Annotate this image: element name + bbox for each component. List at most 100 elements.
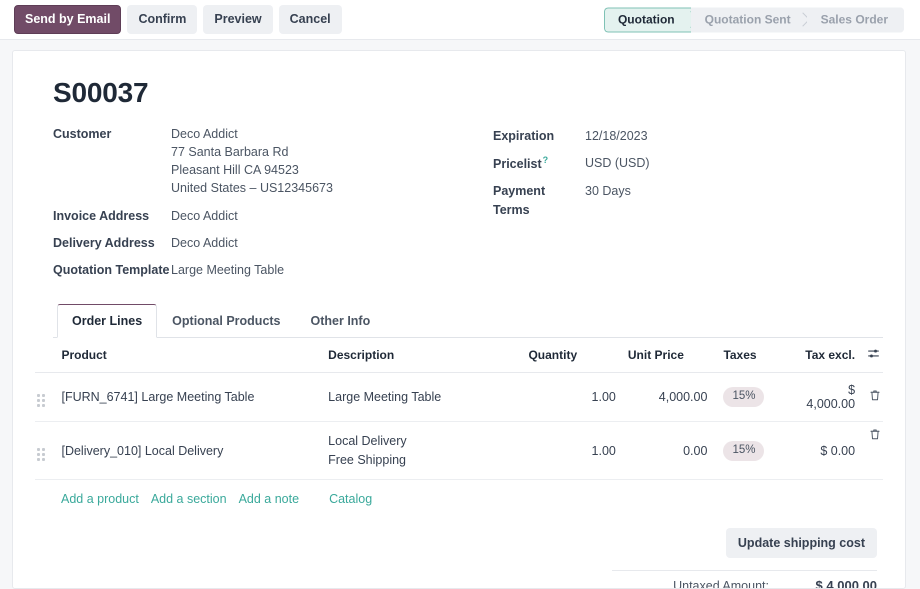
customer-street: 77 Santa Barbara Rd <box>171 143 333 161</box>
field-delivery-address-label: Delivery Address <box>53 234 171 252</box>
field-delivery-address-value[interactable]: Deco Addict <box>171 234 238 252</box>
update-shipping-cost-button[interactable]: Update shipping cost <box>726 528 877 558</box>
field-payment-terms: Payment Terms 30 Days <box>493 182 883 218</box>
drag-handle-icon[interactable] <box>37 394 45 407</box>
field-invoice-address: Invoice Address Deco Addict <box>53 207 493 225</box>
record-sheet: S00037 Customer Deco Addict 77 Santa Bar… <box>12 50 906 589</box>
status-step-quotation-sent[interactable]: Quotation Sent <box>691 7 807 32</box>
field-expiration: Expiration 12/18/2023 <box>493 127 883 145</box>
field-group-right: Expiration 12/18/2023 Pricelist? USD (US… <box>493 125 883 288</box>
status-badge: 15% <box>723 387 764 407</box>
order-lines-header: Product Description Quantity Unit Price … <box>35 338 883 373</box>
status-pipeline: Quotation Quotation Sent Sales Order <box>604 7 904 32</box>
cell-tax-excl: $ 4,000.00 <box>799 372 861 421</box>
totals-row-untaxed: Untaxed Amount: $ 4,000.00 <box>612 571 877 589</box>
col-description: Description <box>322 338 522 373</box>
confirm-button[interactable]: Confirm <box>127 5 197 34</box>
description-line: Free Shipping <box>328 451 516 470</box>
cell-product[interactable]: [FURN_6741] Large Meeting Table <box>55 372 322 421</box>
field-delivery-address: Delivery Address Deco Addict <box>53 234 493 252</box>
control-bar: Send by Email Confirm Preview Cancel Quo… <box>0 0 920 40</box>
terms-and-conditions: Find our terms & conditions online at ht… <box>53 528 612 589</box>
col-unit-price: Unit Price <box>622 338 714 373</box>
customer-country: United States – US12345673 <box>171 179 333 197</box>
col-settings <box>861 338 883 373</box>
table-row[interactable]: [Delivery_010] Local Delivery Local Deli… <box>35 421 883 480</box>
field-pricelist-label: Pricelist? <box>493 154 585 173</box>
field-payment-terms-value[interactable]: 30 Days <box>585 182 631 218</box>
table-header-row: Product Description Quantity Unit Price … <box>35 338 883 373</box>
drag-handle-icon[interactable] <box>37 448 45 461</box>
field-customer-label: Customer <box>53 125 171 198</box>
add-a-product-link[interactable]: Add a product <box>61 492 139 506</box>
description-line: Large Meeting Table <box>328 388 516 407</box>
sheet-background: S00037 Customer Deco Addict 77 Santa Bar… <box>0 40 920 589</box>
catalog-link[interactable]: Catalog <box>329 492 372 506</box>
cell-delete <box>861 421 883 480</box>
cell-product[interactable]: [Delivery_010] Local Delivery <box>55 421 322 480</box>
trash-icon[interactable] <box>869 389 881 405</box>
page-title: S00037 <box>53 77 883 109</box>
footer-area: Find our terms & conditions online at ht… <box>35 528 883 589</box>
customer-name: Deco Addict <box>171 125 333 143</box>
field-pricelist: Pricelist? USD (USD) <box>493 154 883 173</box>
order-lines-body: [FURN_6741] Large Meeting Table Large Me… <box>35 372 883 480</box>
field-groups: Customer Deco Addict 77 Santa Barbara Rd… <box>53 125 883 288</box>
untaxed-amount-value: $ 4,000.00 <box>781 571 877 589</box>
field-expiration-label: Expiration <box>493 127 585 145</box>
cancel-button[interactable]: Cancel <box>279 5 342 34</box>
sliders-icon[interactable] <box>867 347 880 363</box>
cell-description[interactable]: Local Delivery Free Shipping <box>322 421 522 480</box>
row-drag-cell <box>35 421 55 480</box>
description-line: Local Delivery <box>328 432 516 451</box>
col-product: Product <box>55 338 322 373</box>
tab-other-info[interactable]: Other Info <box>296 304 386 338</box>
trash-icon[interactable] <box>869 428 881 444</box>
field-pricelist-value[interactable]: USD (USD) <box>585 154 650 173</box>
col-handle <box>35 338 55 373</box>
col-tax-excl: Tax excl. <box>799 338 861 373</box>
field-group-left: Customer Deco Addict 77 Santa Barbara Rd… <box>53 125 493 288</box>
preview-button[interactable]: Preview <box>203 5 272 34</box>
customer-city: Pleasant Hill CA 94523 <box>171 161 333 179</box>
add-a-note-link[interactable]: Add a note <box>239 492 299 506</box>
field-pricelist-label-text: Pricelist <box>493 157 542 171</box>
cell-quantity[interactable]: 1.00 <box>522 421 621 480</box>
action-button-group: Send by Email Confirm Preview Cancel <box>14 5 342 34</box>
cell-unit-price[interactable]: 0.00 <box>622 421 714 480</box>
tab-order-lines[interactable]: Order Lines <box>57 304 157 338</box>
cell-unit-price[interactable]: 4,000.00 <box>622 372 714 421</box>
help-question-icon[interactable]: ? <box>543 155 549 165</box>
cell-quantity[interactable]: 1.00 <box>522 372 621 421</box>
cell-tax-excl: $ 0.00 <box>799 421 861 480</box>
status-step-quotation[interactable]: Quotation <box>604 7 691 32</box>
add-line-links: Add a product Add a section Add a note C… <box>35 480 883 512</box>
table-row[interactable]: [FURN_6741] Large Meeting Table Large Me… <box>35 372 883 421</box>
row-drag-cell <box>35 372 55 421</box>
field-customer: Customer Deco Addict 77 Santa Barbara Rd… <box>53 125 493 198</box>
cell-description[interactable]: Large Meeting Table <box>322 372 522 421</box>
field-customer-value[interactable]: Deco Addict 77 Santa Barbara Rd Pleasant… <box>171 125 333 198</box>
cell-taxes[interactable]: 15% <box>713 421 799 480</box>
field-quotation-template-label: Quotation Template <box>53 261 171 279</box>
field-payment-terms-label: Payment Terms <box>493 182 585 218</box>
col-taxes: Taxes <box>713 338 799 373</box>
order-lines-table: Product Description Quantity Unit Price … <box>35 338 883 481</box>
tab-optional-products[interactable]: Optional Products <box>157 304 295 338</box>
field-expiration-value[interactable]: 12/18/2023 <box>585 127 648 145</box>
update-shipping-wrap: Update shipping cost <box>612 528 877 558</box>
cell-taxes[interactable]: 15% <box>713 372 799 421</box>
send-by-email-button[interactable]: Send by Email <box>14 5 121 34</box>
field-quotation-template-value[interactable]: Large Meeting Table <box>171 261 284 279</box>
totals-table: Untaxed Amount: $ 4,000.00 Tax 15%: $ 60… <box>612 570 877 589</box>
col-quantity: Quantity <box>522 338 621 373</box>
totals-block: Update shipping cost Untaxed Amount: $ 4… <box>612 528 877 589</box>
status-step-sales-order[interactable]: Sales Order <box>807 7 904 32</box>
notebook-tabs: Order Lines Optional Products Other Info <box>53 304 883 338</box>
field-invoice-address-value[interactable]: Deco Addict <box>171 207 238 225</box>
status-badge: 15% <box>723 441 764 461</box>
field-quotation-template: Quotation Template Large Meeting Table <box>53 261 493 279</box>
cell-delete <box>861 372 883 421</box>
add-a-section-link[interactable]: Add a section <box>151 492 227 506</box>
field-invoice-address-label: Invoice Address <box>53 207 171 225</box>
